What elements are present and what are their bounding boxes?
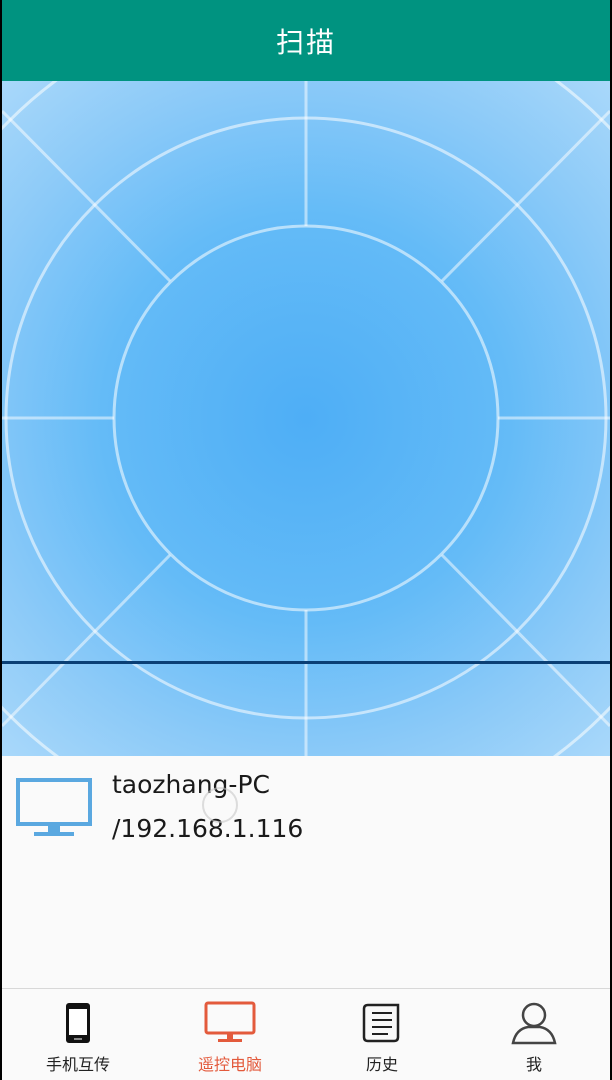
- phone-icon: [66, 1003, 90, 1043]
- tab-label: 历史: [365, 1055, 398, 1074]
- tab-label: 手机互传: [45, 1055, 110, 1074]
- user-icon: [511, 1002, 557, 1045]
- title-bar: 扫描: [2, 0, 610, 81]
- tab-remote-pc[interactable]: 遥控电脑: [154, 989, 306, 1080]
- app-screen: 扫描 taozhang-PC /192.168.1.116 手机互传 遥控电脑 …: [2, 0, 610, 1080]
- tab-label: 我: [525, 1055, 542, 1074]
- device-list-item[interactable]: taozhang-PC /192.168.1.116: [2, 756, 610, 988]
- radar-rings: [2, 81, 610, 756]
- tab-me[interactable]: 我: [458, 989, 610, 1080]
- bottom-tab-bar: 手机互传 遥控电脑 历史 我: [2, 988, 610, 1080]
- monitor-icon: [16, 778, 92, 836]
- tab-label: 遥控电脑: [197, 1055, 262, 1074]
- tab-phone-transfer[interactable]: 手机互传: [2, 989, 154, 1080]
- scroll-icon: [362, 1003, 400, 1043]
- scan-line: [2, 661, 610, 664]
- device-name: taozhang-PC: [112, 770, 270, 799]
- page-title: 扫描: [275, 25, 336, 59]
- loading-spinner-icon: [202, 787, 238, 823]
- monitor-icon: [204, 1001, 256, 1042]
- tab-history[interactable]: 历史: [306, 989, 458, 1080]
- radar-scan-area: [2, 81, 610, 756]
